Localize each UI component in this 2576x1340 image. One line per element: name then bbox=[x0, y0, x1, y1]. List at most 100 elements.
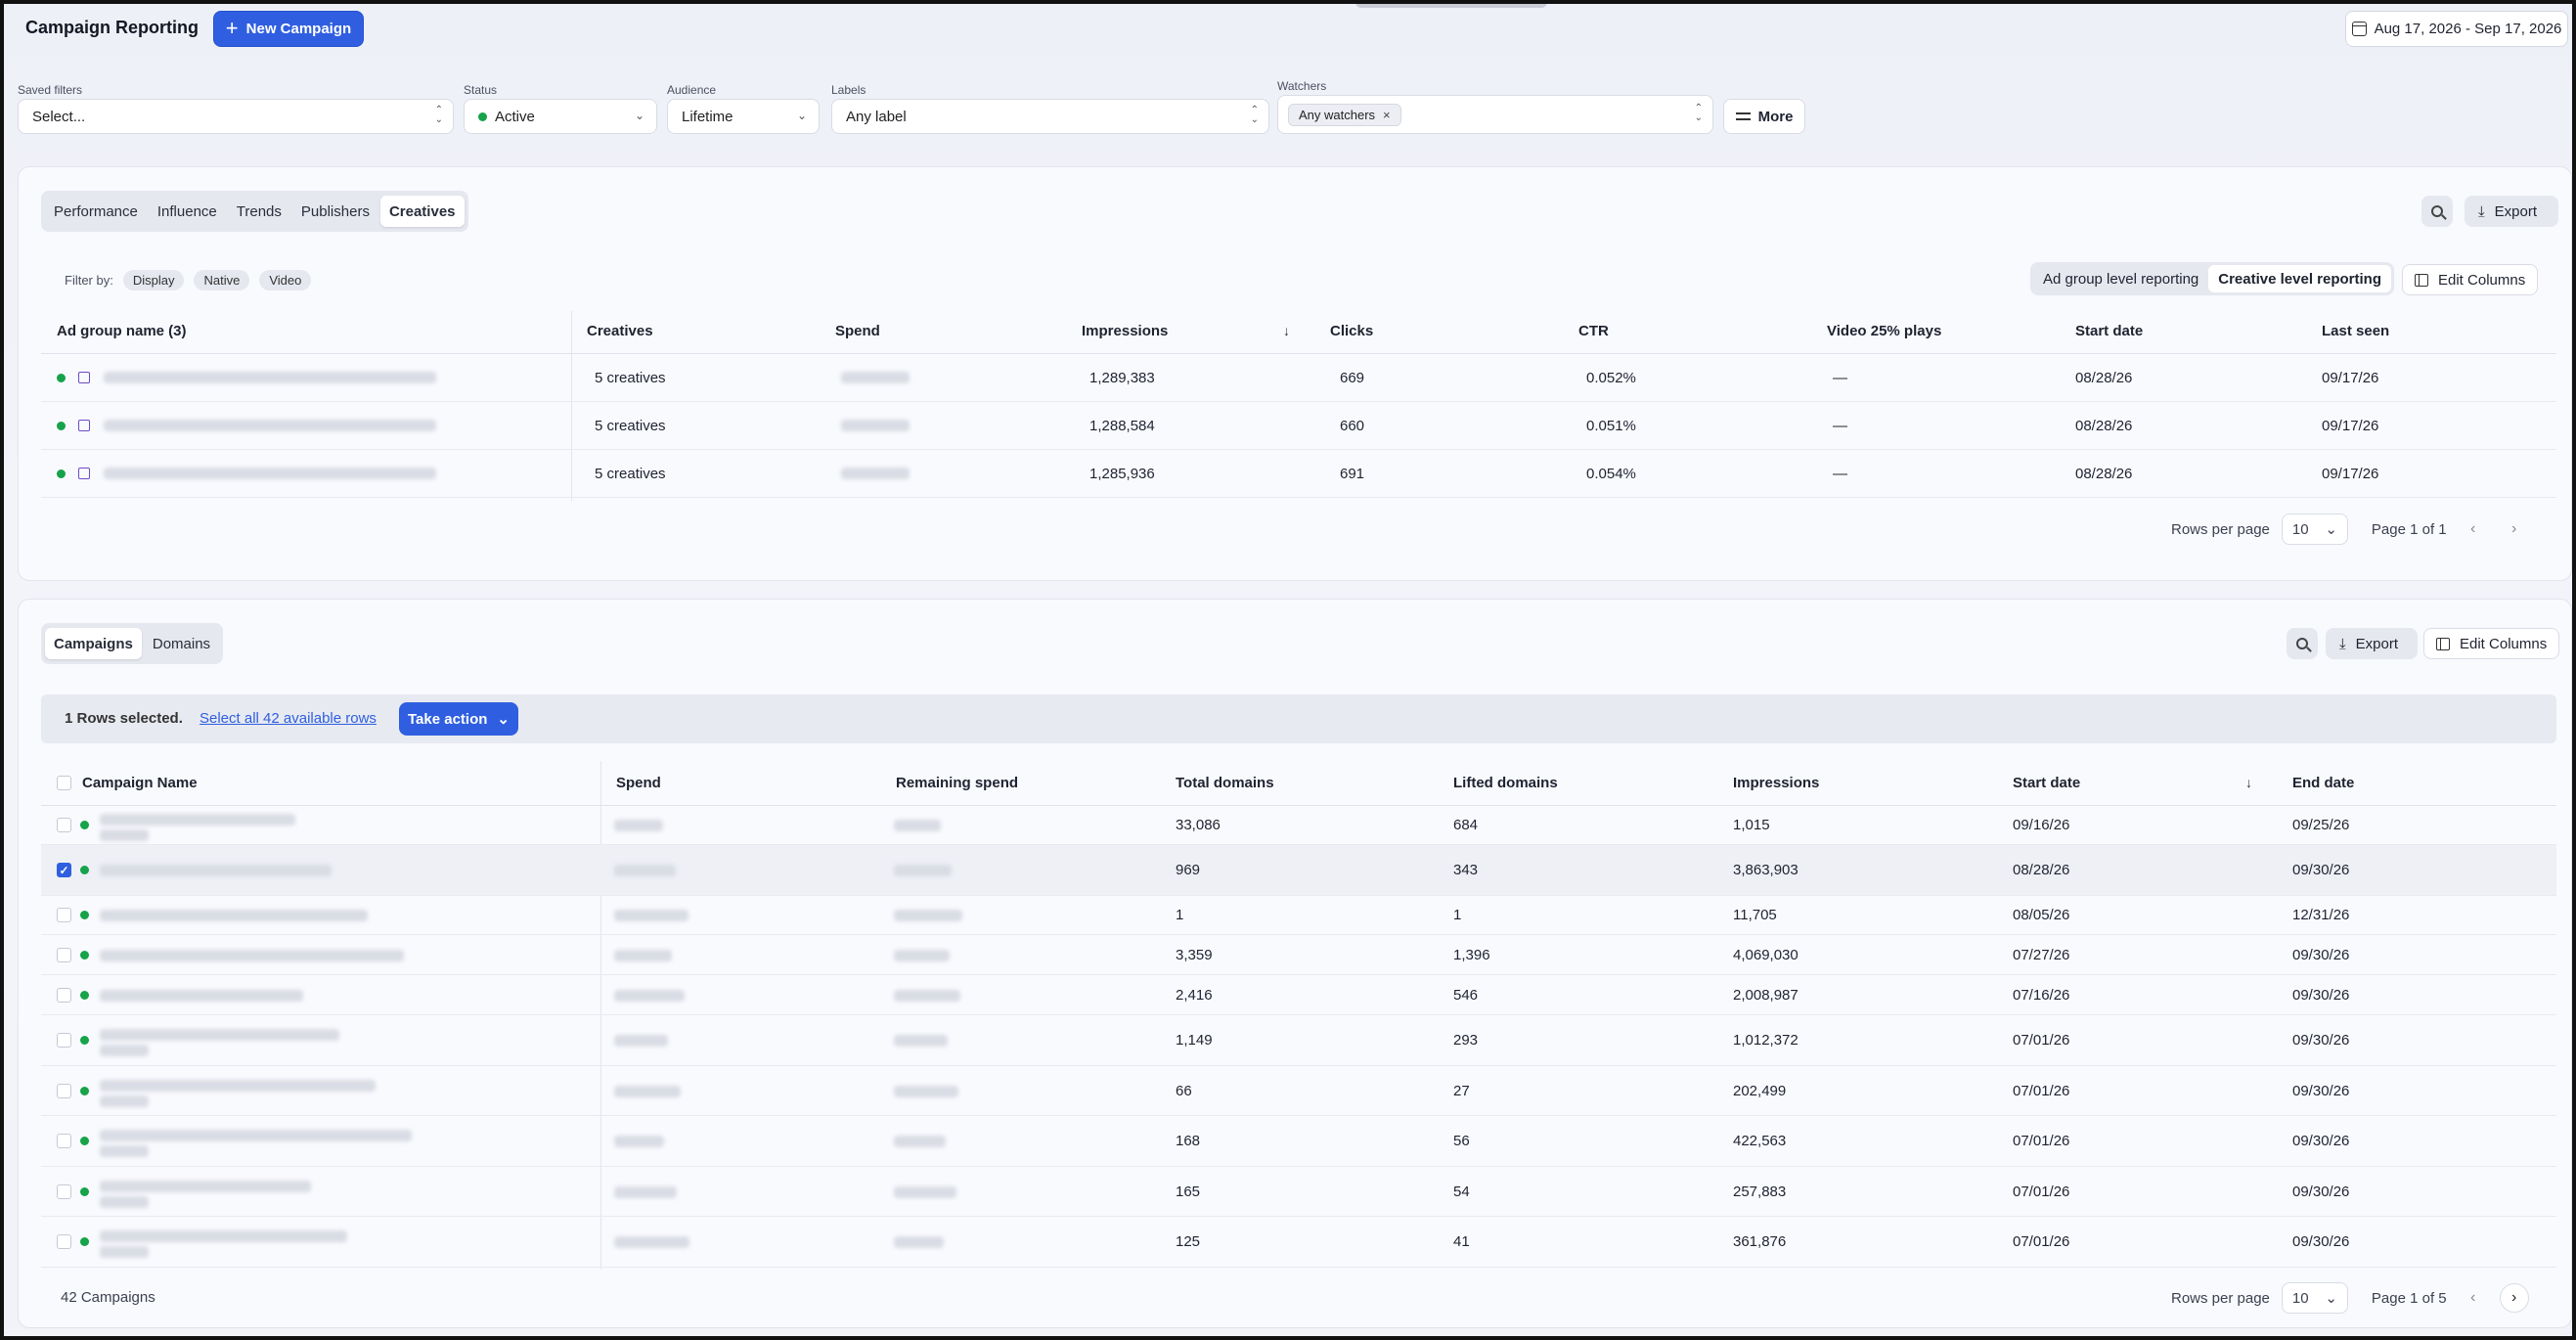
col-start-date[interactable]: Start date bbox=[2013, 775, 2080, 791]
col-spend[interactable]: Spend bbox=[835, 323, 880, 339]
col-last-seen[interactable]: Last seen bbox=[2322, 323, 2389, 339]
col-clicks[interactable]: Clicks bbox=[1330, 323, 1373, 339]
ad-group-level-option[interactable]: Ad group level reporting bbox=[2033, 265, 2208, 292]
col-campaign-name[interactable]: Campaign Name bbox=[82, 775, 198, 791]
col-lifted-domains[interactable]: Lifted domains bbox=[1453, 775, 1558, 791]
watchers-chip[interactable]: Any watchers × bbox=[1288, 103, 1401, 126]
cell-creatives[interactable]: 5 creatives bbox=[595, 466, 666, 482]
col-end-date[interactable]: End date bbox=[2292, 775, 2354, 791]
filter-pill-video[interactable]: Video bbox=[259, 270, 312, 290]
table-row[interactable]: 5 creatives 1,285,936 691 0.054% — 08/28… bbox=[41, 450, 2556, 498]
cell-creatives[interactable]: 5 creatives bbox=[595, 370, 666, 386]
table-row[interactable]: 168 56 422,563 07/01/26 09/30/26 bbox=[41, 1116, 2556, 1167]
row-checkbox[interactable] bbox=[57, 1084, 71, 1098]
table-row[interactable]: 1 1 11,705 08/05/26 12/31/26 bbox=[41, 896, 2556, 935]
table-row[interactable]: 2,416 546 2,008,987 07/16/26 09/30/26 bbox=[41, 975, 2556, 1015]
chevron-down-icon: ⌄ bbox=[497, 711, 510, 728]
remove-chip-icon[interactable]: × bbox=[1383, 108, 1391, 122]
audience-label: Audience bbox=[667, 83, 717, 97]
plus-icon: + bbox=[225, 15, 239, 40]
row-checkbox[interactable] bbox=[57, 948, 71, 962]
export-button[interactable]: ⤓ Export bbox=[2326, 628, 2418, 659]
cell-start-date: 07/01/26 bbox=[2013, 1133, 2070, 1149]
cell-impressions: 1,012,372 bbox=[1733, 1032, 1799, 1049]
cell-ctr: 0.052% bbox=[1586, 370, 1636, 386]
row-checkbox[interactable] bbox=[57, 1134, 71, 1148]
table-row[interactable]: 3,359 1,396 4,069,030 07/27/26 09/30/26 bbox=[41, 935, 2556, 975]
prev-page-button[interactable]: ‹ bbox=[2459, 514, 2488, 544]
status-dot bbox=[80, 1237, 89, 1246]
filter-pill-display[interactable]: Display bbox=[122, 270, 185, 290]
select-all-link[interactable]: Select all 42 available rows bbox=[200, 710, 377, 727]
search-button[interactable] bbox=[2421, 196, 2453, 227]
row-checkbox[interactable] bbox=[57, 1033, 71, 1048]
col-remaining-spend[interactable]: Remaining spend bbox=[896, 775, 1018, 791]
col-impressions[interactable]: Impressions bbox=[1733, 775, 1819, 791]
prev-page-button[interactable]: ‹ bbox=[2459, 1283, 2488, 1313]
next-page-button[interactable]: › bbox=[2499, 1283, 2529, 1313]
col-creatives[interactable]: Creatives bbox=[587, 323, 653, 339]
row-checkbox[interactable] bbox=[57, 1184, 71, 1199]
tab-performance[interactable]: Performance bbox=[45, 196, 147, 227]
audience-select[interactable]: Lifetime ⌄ bbox=[667, 99, 820, 134]
more-filters-button[interactable]: More bbox=[1723, 99, 1805, 134]
take-action-button[interactable]: Take action ⌄ bbox=[399, 702, 518, 736]
next-page-button[interactable]: › bbox=[2500, 514, 2529, 544]
labels-select[interactable]: Any label ⌃ ⌄ bbox=[831, 99, 1269, 134]
status-dot bbox=[57, 469, 66, 478]
row-checkbox[interactable] bbox=[57, 908, 71, 922]
creative-level-option[interactable]: Creative level reporting bbox=[2208, 265, 2391, 292]
col-ctr[interactable]: CTR bbox=[1578, 323, 1609, 339]
sort-desc-icon[interactable]: ↓ bbox=[2245, 775, 2252, 790]
edit-columns-button[interactable]: Edit Columns bbox=[2423, 628, 2560, 659]
top-drag-handle[interactable] bbox=[1355, 0, 1547, 8]
col-start-date[interactable]: Start date bbox=[2075, 323, 2143, 339]
table-row[interactable]: 125 41 361,876 07/01/26 09/30/26 bbox=[41, 1217, 2556, 1268]
page-title: Campaign Reporting bbox=[25, 18, 200, 37]
tab-domains[interactable]: Domains bbox=[144, 628, 219, 659]
table-row[interactable]: 66 27 202,499 07/01/26 09/30/26 bbox=[41, 1066, 2556, 1116]
row-checkbox[interactable] bbox=[57, 818, 71, 832]
row-checkbox[interactable]: ✓ bbox=[57, 863, 71, 877]
col-impressions[interactable]: Impressions bbox=[1082, 323, 1168, 339]
col-video-25[interactable]: Video 25% plays bbox=[1827, 323, 1941, 339]
table-row[interactable]: 33,086 684 1,015 09/16/26 09/25/26 bbox=[41, 806, 2556, 845]
export-button[interactable]: ⤓ Export bbox=[2465, 196, 2558, 227]
select-all-checkbox[interactable] bbox=[57, 776, 71, 790]
tab-campaigns[interactable]: Campaigns bbox=[45, 628, 142, 659]
updown-icon: ⌃ ⌄ bbox=[434, 105, 443, 125]
table-row[interactable]: 5 creatives 1,288,584 660 0.051% — 08/28… bbox=[41, 402, 2556, 450]
status-dot bbox=[80, 991, 89, 1000]
rows-per-page-select[interactable]: 10 ⌄ bbox=[2281, 1282, 2348, 1314]
edit-columns-button[interactable]: Edit Columns bbox=[2402, 264, 2539, 295]
search-button[interactable] bbox=[2287, 628, 2318, 659]
table-row[interactable]: ✓ 969 343 3,863,903 08/28/26 09/30/26 bbox=[41, 845, 2556, 896]
tab-creatives[interactable]: Creatives bbox=[379, 196, 465, 227]
status-select[interactable]: Active ⌄ bbox=[464, 99, 657, 134]
rows-per-page-select[interactable]: 10 ⌄ bbox=[2281, 514, 2348, 545]
table-row[interactable]: 1,149 293 1,012,372 07/01/26 09/30/26 bbox=[41, 1015, 2556, 1066]
col-ad-group-name[interactable]: Ad group name (3) bbox=[57, 323, 187, 339]
table-row[interactable]: 165 54 257,883 07/01/26 09/30/26 bbox=[41, 1167, 2556, 1217]
watchers-select[interactable]: Any watchers × ⌃ ⌄ bbox=[1277, 95, 1713, 134]
tab-publishers[interactable]: Publishers bbox=[292, 196, 378, 227]
creative-type-filter: Filter by: Display Native Video bbox=[65, 270, 312, 290]
row-checkbox[interactable] bbox=[57, 988, 71, 1003]
redacted-campaign-name bbox=[100, 1230, 347, 1242]
tab-influence[interactable]: Influence bbox=[149, 196, 226, 227]
cell-creatives[interactable]: 5 creatives bbox=[595, 418, 666, 434]
col-total-domains[interactable]: Total domains bbox=[1176, 775, 1274, 791]
filter-pill-native[interactable]: Native bbox=[194, 270, 250, 290]
new-campaign-button[interactable]: + New Campaign bbox=[213, 11, 364, 47]
tab-trends[interactable]: Trends bbox=[228, 196, 290, 227]
table-row[interactable]: 5 creatives 1,289,383 669 0.052% — 08/28… bbox=[41, 354, 2556, 402]
rows-per-page-label: Rows per page bbox=[2171, 520, 2270, 538]
sort-desc-icon[interactable]: ↓ bbox=[1283, 323, 1290, 338]
col-spend[interactable]: Spend bbox=[616, 775, 661, 791]
row-checkbox[interactable] bbox=[57, 1234, 71, 1249]
cell-start-date: 07/27/26 bbox=[2013, 947, 2070, 963]
edit-columns-label: Edit Columns bbox=[2460, 635, 2548, 652]
saved-filters-select[interactable]: Select... ⌃ ⌄ bbox=[18, 99, 454, 134]
date-range-button[interactable]: Aug 17, 2026 - Sep 17, 2026 bbox=[2345, 11, 2568, 47]
cell-start-date: 07/01/26 bbox=[2013, 1233, 2070, 1250]
